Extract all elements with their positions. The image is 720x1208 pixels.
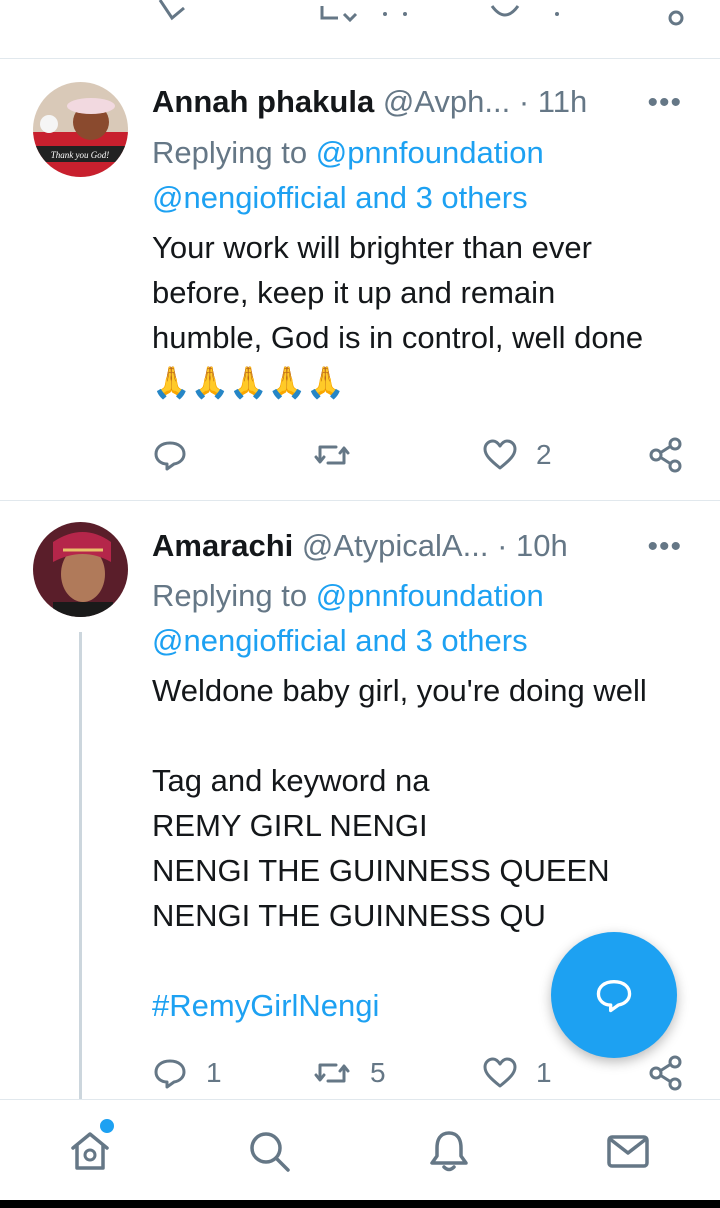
share-icon: [649, 1055, 682, 1091]
tweet[interactable]: Thank you God! Annah phakula @Avph... · …: [0, 58, 720, 501]
tweet-actions: 1 5 1: [152, 1053, 692, 1093]
bell-icon: [430, 1131, 468, 1172]
more-options-icon[interactable]: •••: [647, 86, 682, 120]
tweet-actions: 2: [152, 435, 692, 475]
display-name[interactable]: Annah phakula: [152, 84, 374, 119]
like-count: 1: [536, 1057, 552, 1088]
mention-link-others[interactable]: @nengiofficial and 3 others: [152, 618, 528, 663]
mention-link[interactable]: @pnnfoundation: [316, 135, 544, 170]
retweet-count: 5: [370, 1057, 386, 1088]
previous-tweet-action-icons[interactable]: [0, 0, 720, 30]
reply-button[interactable]: 1: [152, 1053, 222, 1093]
nav-notifications[interactable]: [423, 1125, 475, 1177]
tweet-header: Amarachi @AtypicalA... · 10h: [152, 526, 568, 566]
home-notification-dot: [98, 1117, 116, 1135]
more-options-icon[interactable]: •••: [647, 530, 682, 564]
mention-link-others[interactable]: @nengiofficial and 3 others: [152, 175, 528, 220]
replying-prefix: Replying to: [152, 135, 308, 170]
avatar-caption: Thank you God!: [51, 150, 110, 160]
compose-reply-icon: [596, 980, 632, 1013]
timestamp[interactable]: · 10h: [497, 528, 568, 563]
mail-icon: [607, 1135, 649, 1168]
user-handle[interactable]: @Avph...: [383, 84, 510, 119]
replying-prefix: Replying to: [152, 578, 308, 613]
share-button[interactable]: [648, 435, 684, 475]
avatar[interactable]: [33, 522, 128, 617]
tweet-text: Weldone baby girl, you're doing well Tag…: [152, 673, 647, 933]
reply-button[interactable]: [152, 435, 206, 475]
compose-button[interactable]: [551, 932, 677, 1058]
mention-link[interactable]: @pnnfoundation: [316, 578, 544, 613]
share-button[interactable]: [648, 1053, 684, 1093]
heart-icon: [483, 1057, 517, 1088]
user-handle[interactable]: @AtypicalA...: [302, 528, 489, 563]
reply-icon: [154, 441, 186, 471]
previous-tweet-actions: [0, 0, 720, 59]
replying-to: Replying to @pnnfoundation: [152, 573, 544, 618]
like-count: 2: [536, 439, 552, 470]
reply-count: 1: [206, 1057, 222, 1088]
bottom-nav: [0, 1099, 720, 1201]
like-button[interactable]: 2: [482, 435, 552, 475]
reply-icon: [154, 1059, 186, 1089]
tweet-text: Your work will brighter than ever before…: [152, 230, 652, 400]
tweet-header: Annah phakula @Avph... · 11h: [152, 82, 587, 122]
nav-messages[interactable]: [602, 1125, 654, 1177]
system-bar: [0, 1200, 720, 1208]
timestamp[interactable]: · 11h: [519, 84, 587, 119]
search-icon: [250, 1132, 290, 1172]
retweet-icon: [314, 1063, 350, 1083]
avatar[interactable]: Thank you God!: [33, 82, 128, 177]
heart-icon: [483, 439, 517, 470]
retweet-button[interactable]: 5: [312, 1053, 386, 1093]
share-icon: [649, 437, 682, 473]
retweet-button[interactable]: [312, 435, 370, 475]
display-name[interactable]: Amarachi: [152, 528, 293, 563]
nav-search[interactable]: [243, 1125, 295, 1177]
like-button[interactable]: 1: [482, 1053, 552, 1093]
replying-to: Replying to @pnnfoundation: [152, 130, 544, 175]
retweet-icon: [314, 445, 350, 465]
